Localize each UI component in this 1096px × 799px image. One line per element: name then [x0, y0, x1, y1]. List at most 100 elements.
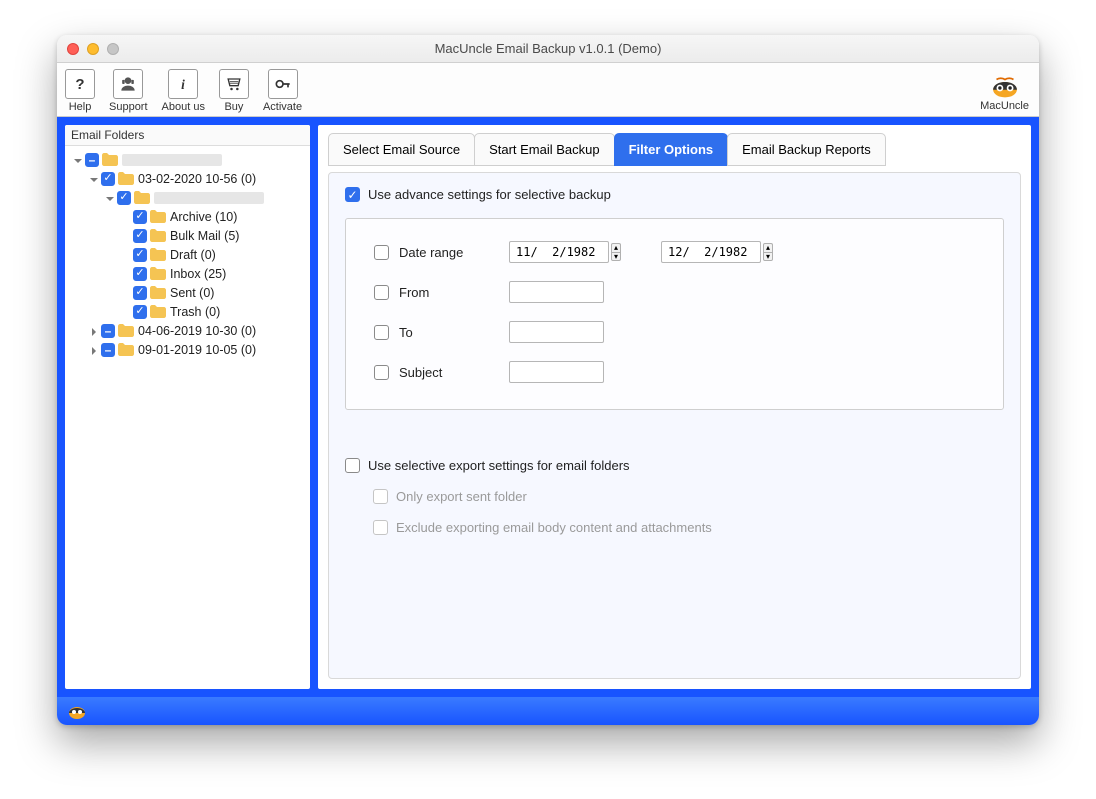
- date-range-label: Date range: [399, 245, 509, 260]
- date-to-wrap: ▴▾: [661, 241, 773, 263]
- date-to-spinner[interactable]: ▴▾: [763, 243, 773, 261]
- minimize-icon[interactable]: [87, 43, 99, 55]
- tree-node[interactable]: 04-06-2019 10-30 (0): [67, 321, 308, 340]
- exclude-body-row: Exclude exporting email body content and…: [373, 520, 1004, 535]
- to-input[interactable]: [509, 321, 604, 343]
- selective-export-checkbox[interactable]: [345, 458, 360, 473]
- tree-node[interactable]: Bulk Mail (5): [67, 226, 308, 245]
- checkbox-checked[interactable]: [101, 172, 115, 186]
- content-frame: Email Folders 03-02-2020 10-56 (0): [57, 117, 1039, 697]
- chevron-down-icon[interactable]: [89, 174, 99, 184]
- checkbox-checked[interactable]: [133, 267, 147, 281]
- folder-icon: [150, 248, 166, 261]
- buy-button[interactable]: Buy: [219, 69, 249, 113]
- activate-button[interactable]: Activate: [263, 69, 302, 113]
- tab-backup-reports[interactable]: Email Backup Reports: [727, 133, 886, 166]
- chevron-down-icon[interactable]: [73, 155, 83, 165]
- svg-text:i: i: [181, 77, 185, 92]
- about-label: About us: [162, 101, 205, 113]
- help-label: Help: [69, 101, 92, 113]
- chevron-down-icon[interactable]: ▾: [611, 252, 621, 261]
- about-button[interactable]: i About us: [162, 69, 205, 113]
- svg-text:?: ?: [75, 76, 84, 93]
- subject-input[interactable]: [509, 361, 604, 383]
- tree-node[interactable]: Trash (0): [67, 302, 308, 321]
- tree-node[interactable]: Inbox (25): [67, 264, 308, 283]
- folder-icon: [150, 305, 166, 318]
- chevron-down-icon[interactable]: ▾: [763, 252, 773, 261]
- checkbox-checked[interactable]: [133, 305, 147, 319]
- sidebar: Email Folders 03-02-2020 10-56 (0): [65, 125, 310, 689]
- to-checkbox[interactable]: [374, 325, 389, 340]
- advance-settings-checkbox[interactable]: [345, 187, 360, 202]
- buy-label: Buy: [224, 101, 243, 113]
- folder-icon: [150, 229, 166, 242]
- to-row: To: [374, 321, 975, 343]
- only-sent-label: Only export sent folder: [396, 489, 527, 504]
- chevron-right-icon[interactable]: [89, 345, 99, 355]
- brand-logo: MacUncle: [980, 70, 1029, 112]
- chevron-right-icon[interactable]: [89, 326, 99, 336]
- exclude-body-checkbox[interactable]: [373, 520, 388, 535]
- from-input[interactable]: [509, 281, 604, 303]
- selective-export-label: Use selective export settings for email …: [368, 458, 630, 473]
- folder-icon: [102, 153, 118, 166]
- checkbox-checked[interactable]: [133, 286, 147, 300]
- chevron-up-icon[interactable]: ▴: [763, 243, 773, 252]
- folder-tree[interactable]: 03-02-2020 10-56 (0) Archive (10) Bu: [65, 146, 310, 689]
- tabs: Select Email Source Start Email Backup F…: [328, 133, 1021, 166]
- help-icon: ?: [65, 69, 95, 99]
- tree-label: Archive (10): [170, 210, 237, 224]
- tree-node[interactable]: Archive (10): [67, 207, 308, 226]
- footer-bar: [57, 697, 1039, 725]
- folder-icon: [118, 343, 134, 356]
- checkbox-mixed[interactable]: [85, 153, 99, 167]
- from-row: From: [374, 281, 975, 303]
- checkbox-checked[interactable]: [117, 191, 131, 205]
- tree-node[interactable]: Sent (0): [67, 283, 308, 302]
- tab-select-source[interactable]: Select Email Source: [328, 133, 475, 166]
- chevron-up-icon[interactable]: ▴: [611, 243, 621, 252]
- tree-label: Inbox (25): [170, 267, 226, 281]
- date-from-input[interactable]: [509, 241, 609, 263]
- support-button[interactable]: Support: [109, 69, 148, 113]
- tree-node-root[interactable]: [67, 150, 308, 169]
- maximize-icon[interactable]: [107, 43, 119, 55]
- from-label: From: [399, 285, 509, 300]
- subject-row: Subject: [374, 361, 975, 383]
- tree-node[interactable]: Draft (0): [67, 245, 308, 264]
- only-sent-checkbox[interactable]: [373, 489, 388, 504]
- tab-filter-options[interactable]: Filter Options: [614, 133, 729, 166]
- date-range-row: Date range ▴▾ ▴▾: [374, 241, 975, 263]
- tree-label: Trash (0): [170, 305, 220, 319]
- toolbar: ? Help Support i About us Buy Ac: [57, 63, 1039, 117]
- tab-start-backup[interactable]: Start Email Backup: [474, 133, 615, 166]
- close-icon[interactable]: [67, 43, 79, 55]
- from-checkbox[interactable]: [374, 285, 389, 300]
- checkbox-checked[interactable]: [133, 248, 147, 262]
- chevron-down-icon[interactable]: [105, 193, 115, 203]
- filter-box: Date range ▴▾ ▴▾ From: [345, 218, 1004, 410]
- macuncle-small-icon: [67, 701, 87, 721]
- tree-node[interactable]: 09-01-2019 10-05 (0): [67, 340, 308, 359]
- checkbox-mixed[interactable]: [101, 343, 115, 357]
- advance-settings-label: Use advance settings for selective backu…: [368, 187, 611, 202]
- help-button[interactable]: ? Help: [65, 69, 95, 113]
- only-sent-row: Only export sent folder: [373, 489, 1004, 504]
- date-to-input[interactable]: [661, 241, 761, 263]
- date-range-checkbox[interactable]: [374, 245, 389, 260]
- info-icon: i: [168, 69, 198, 99]
- checkbox-mixed[interactable]: [101, 324, 115, 338]
- subject-checkbox[interactable]: [374, 365, 389, 380]
- tree-label: Sent (0): [170, 286, 214, 300]
- checkbox-checked[interactable]: [133, 229, 147, 243]
- tree-node[interactable]: [67, 188, 308, 207]
- date-from-spinner[interactable]: ▴▾: [611, 243, 621, 261]
- activate-label: Activate: [263, 101, 302, 113]
- folder-icon: [150, 286, 166, 299]
- folder-icon: [150, 267, 166, 280]
- tree-node[interactable]: 03-02-2020 10-56 (0): [67, 169, 308, 188]
- to-label: To: [399, 325, 509, 340]
- selective-export-row: Use selective export settings for email …: [345, 458, 1004, 473]
- checkbox-checked[interactable]: [133, 210, 147, 224]
